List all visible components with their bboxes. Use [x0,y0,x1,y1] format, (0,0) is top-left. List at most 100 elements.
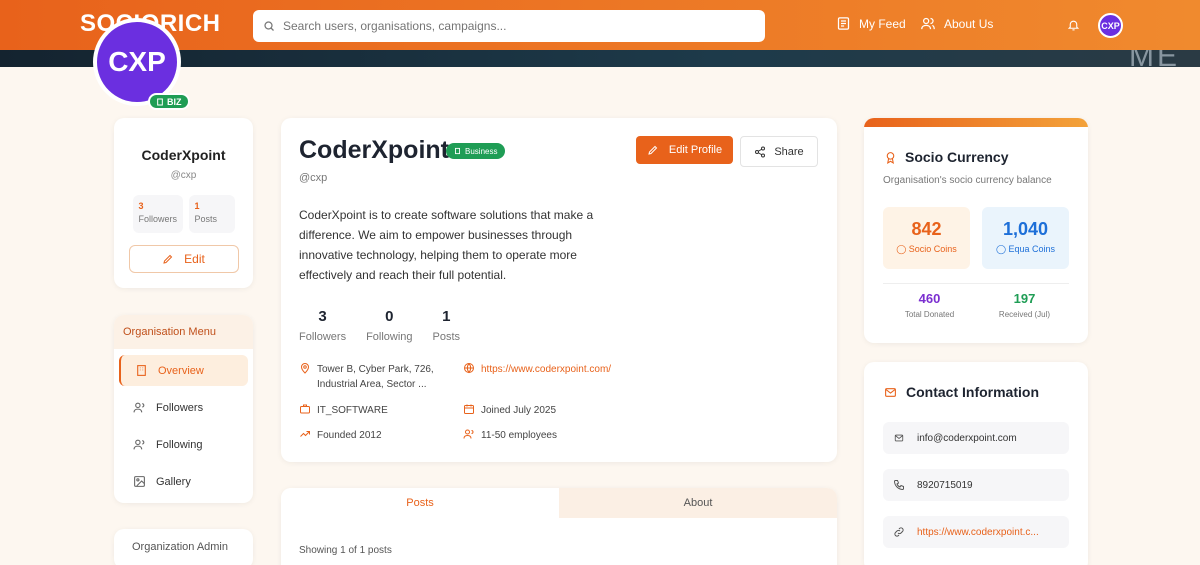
followers-mini-stat[interactable]: 3 Followers [132,195,183,233]
menu-item-label: Followers [156,401,204,414]
business-badge: Business [446,143,506,159]
equa-coins-value: 1,040 [1002,219,1049,239]
info-joined: Joined July 2025 [463,403,556,418]
menu-item-following[interactable]: Following [119,429,248,460]
received-label: Received (Jul) [998,310,1051,319]
contact-title: Contact Information [883,384,1039,400]
mail-icon [894,434,904,442]
users-icon [463,429,474,439]
contact-phone-text: 8920715019 [917,479,973,491]
contact-phone[interactable]: 8920715019 [883,469,1069,501]
socio-coins-box: 842 ◯ Socio Coins [883,207,970,269]
search-bar[interactable] [253,10,765,42]
contact-email-text: info@coderxpoint.com [917,432,1017,444]
address-text: Tower B, Cyber Park, 726, Industrial Are… [317,364,434,390]
stat-label: Followers [299,331,347,343]
menu-item-label: Gallery [156,475,191,488]
menu-item-overview[interactable]: Overview [119,355,248,386]
edit-profile-button[interactable]: Edit Profile [636,136,733,164]
globe-icon [464,363,474,374]
contact-information-card: Contact Information info@coderxpoint.com… [864,362,1088,565]
info-employees: 11-50 employees [463,428,557,443]
bell-icon[interactable] [1067,18,1080,32]
contact-email[interactable]: info@coderxpoint.com [883,422,1069,454]
profile-summary-card: CoderXpoint @cxp 3 Followers 1 Posts Edi… [114,118,253,288]
biz-badge-label: BIZ [167,96,182,107]
content-tabs-card: Posts About Showing 1 of 1 posts [281,488,837,565]
info-founded: Founded 2012 [299,428,382,443]
edit-button-label: Edit [184,252,205,266]
joined-text: Joined July 2025 [481,405,557,416]
organization-admin-card: Organization Admin [114,529,253,565]
organisation-bio: CoderXpoint is to create software soluti… [299,208,594,282]
stat-value: 1 [442,308,451,325]
page-title: CoderXpoint [299,136,449,164]
search-icon [264,21,274,31]
profile-name: CoderXpoint [141,147,226,163]
menu-item-label: Overview [158,364,204,377]
socio-coins-value: 842 [911,219,942,239]
users-icon [133,402,145,413]
received-value: 197 [1013,291,1036,306]
contact-website[interactable]: https://www.coderxpoint.c... [883,516,1069,548]
search-input[interactable] [283,19,755,33]
followers-label: Followers [138,214,178,224]
posts-count-text: Showing 1 of 1 posts [299,545,392,556]
posts-label: Posts [194,214,218,224]
info-address: Tower B, Cyber Park, 726, Industrial Are… [299,362,449,392]
menu-item-followers[interactable]: Followers [119,392,248,423]
equa-coins-box: 1,040 ◯ Equa Coins [982,207,1069,269]
gallery-icon [134,476,145,487]
award-icon: ◯ [995,244,1007,254]
contact-title-text: Contact Information [906,384,1039,400]
edit-button[interactable]: Edit [128,245,239,273]
industry-text: IT_SOFTWARE [317,405,388,416]
stat-followers[interactable]: 3 Followers [299,308,346,343]
info-industry: IT_SOFTWARE [299,403,388,418]
founded-text: Founded 2012 [317,430,382,441]
users-icon [921,17,935,30]
business-badge-label: Business [465,146,498,156]
user-avatar[interactable]: CXP [1098,13,1123,38]
briefcase-icon [300,404,310,414]
tab-posts[interactable]: Posts [281,488,559,518]
received-stat: 197 Received (Jul) [978,291,1071,319]
admin-title: Organization Admin [132,541,228,553]
stat-following[interactable]: 0 Following [366,308,412,343]
calendar-icon [464,404,474,414]
nav-my-feed-label: My Feed [859,16,906,31]
tab-posts-label: Posts [406,497,434,509]
biz-badge: BIZ [148,93,190,110]
users-icon [133,439,145,450]
posts-mini-stat[interactable]: 1 Posts [188,195,235,233]
stat-value: 3 [318,308,327,325]
contact-website-link[interactable]: https://www.coderxpoint.c... [917,527,1039,538]
stat-posts[interactable]: 1 Posts [433,308,461,343]
stat-label: Following [366,331,413,343]
share-button[interactable]: Share [740,136,818,167]
currency-divider [883,283,1069,284]
employees-text: 11-50 employees [481,430,557,441]
nav-about-us[interactable]: About Us [920,16,993,31]
stat-label: Posts [432,331,461,343]
edit-profile-label: Edit Profile [668,144,723,156]
info-website[interactable]: https://www.coderxpoint.com/ [463,362,623,377]
tab-about[interactable]: About [559,488,837,518]
pencil-icon [163,254,173,264]
top-navbar: SOCIORICH My Feed About Us CXP [0,0,1200,50]
currency-title: Socio Currency [884,149,1008,165]
menu-item-gallery[interactable]: Gallery [119,466,248,497]
website-link[interactable]: https://www.coderxpoint.com/ [481,362,611,377]
currency-title-text: Socio Currency [905,149,1009,165]
profile-handle: @cxp [170,170,197,181]
donated-label: Total Donated [904,310,955,319]
equa-coins-label: ◯ Equa Coins [982,244,1069,255]
socio-currency-card: Socio Currency Organisation's socio curr… [864,118,1088,343]
building-icon [157,98,163,105]
currency-subtitle: Organisation's socio currency balance [883,175,1052,186]
banner-ghost-text: ME [1129,50,1180,67]
nav-my-feed[interactable]: My Feed [836,16,906,31]
building-icon [455,147,460,155]
award-icon: ◯ [896,244,907,254]
menu-title: Organisation Menu [114,315,253,349]
